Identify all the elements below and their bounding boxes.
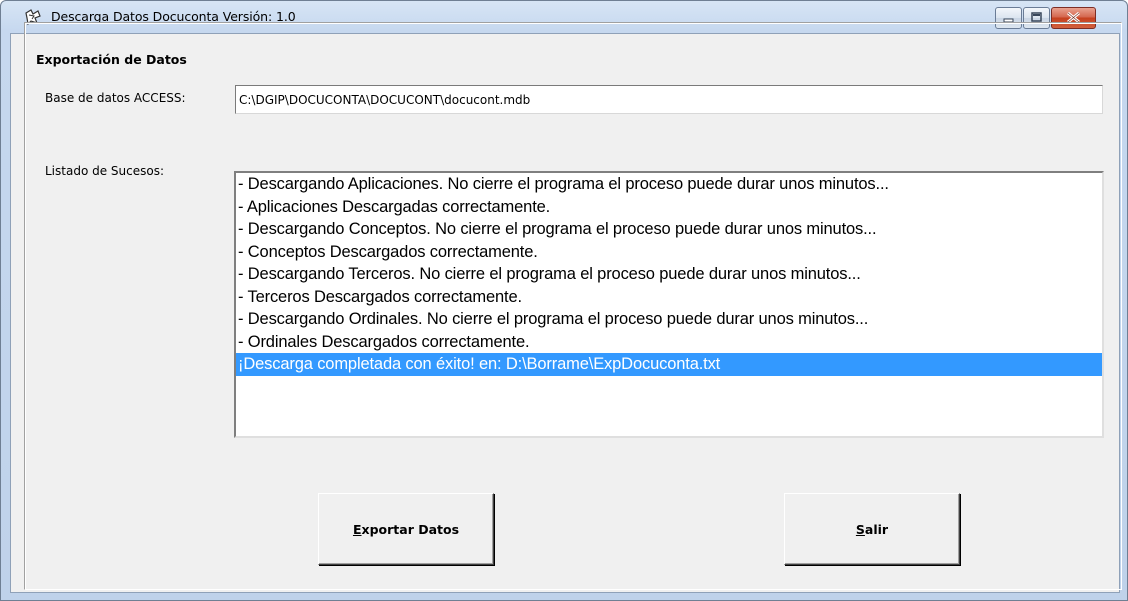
- exit-button[interactable]: Salir: [784, 493, 960, 565]
- export-label: xportar Datos: [361, 521, 460, 537]
- exit-mnemonic: S: [855, 521, 865, 537]
- events-listbox[interactable]: - Descargando Aplicaciones. No cierre el…: [234, 171, 1104, 438]
- list-item[interactable]: - Aplicaciones Descargadas correctamente…: [236, 196, 1102, 219]
- database-label: Base de datos ACCESS:: [45, 91, 186, 105]
- export-mnemonic: E: [352, 521, 362, 537]
- list-item[interactable]: - Ordinales Descargados correctamente.: [236, 331, 1102, 354]
- list-item[interactable]: - Conceptos Descargados correctamente.: [236, 241, 1102, 264]
- exit-label: alir: [864, 521, 889, 537]
- list-item[interactable]: - Descargando Aplicaciones. No cierre el…: [236, 173, 1102, 196]
- groupbox-legend: Exportación de Datos: [34, 52, 190, 67]
- list-item[interactable]: - Descargando Terceros. No cierre el pro…: [236, 263, 1102, 286]
- list-item-selected[interactable]: ¡Descarga completada con éxito! en: D:\B…: [236, 353, 1102, 376]
- list-item[interactable]: - Descargando Conceptos. No cierre el pr…: [236, 218, 1102, 241]
- list-item[interactable]: - Terceros Descargados correctamente.: [236, 286, 1102, 309]
- list-item[interactable]: - Descargando Ordinales. No cierre el pr…: [236, 308, 1102, 331]
- database-path-input[interactable]: [235, 85, 1103, 114]
- export-data-button[interactable]: Exportar Datos: [318, 493, 494, 565]
- events-label: Listado de Sucesos:: [45, 164, 165, 178]
